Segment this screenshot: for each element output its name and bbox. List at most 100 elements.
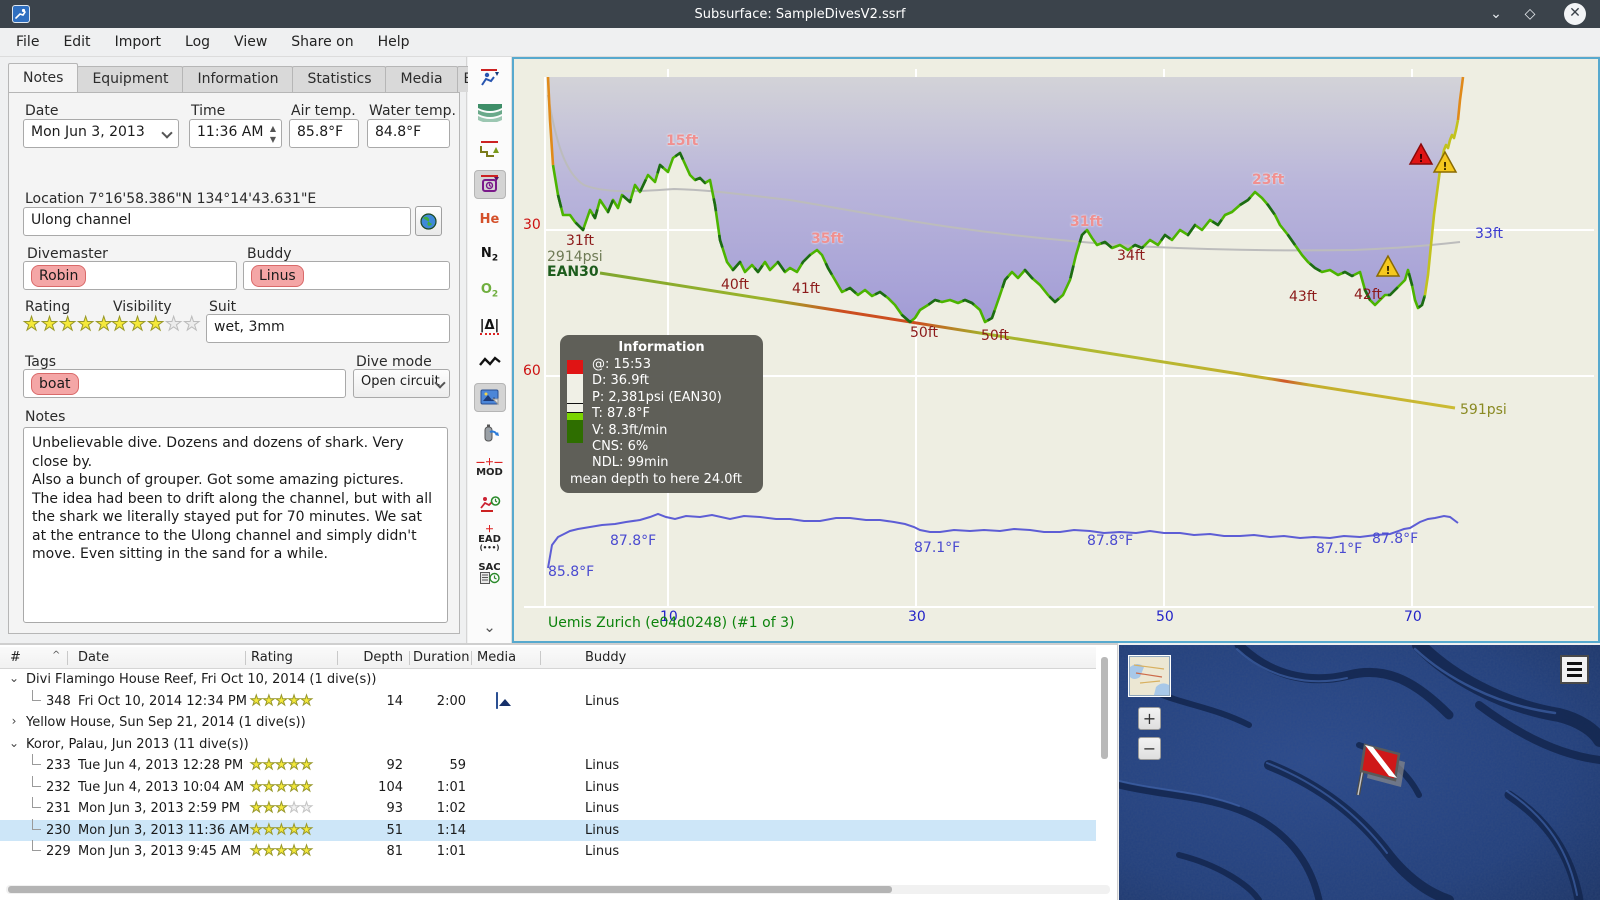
menu-log[interactable]: Log [173, 28, 222, 56]
dive-trip-row[interactable]: › Yellow House, Sun Sep 21, 2014 (1 dive… [0, 712, 1096, 734]
map-overview-thumbnail[interactable] [1129, 656, 1170, 696]
globe-button[interactable] [415, 206, 442, 236]
collapse-toolbar-icon[interactable]: ⌄ [483, 618, 496, 636]
calculated-ceiling-button[interactable] [474, 99, 506, 128]
dive-depth: 93 [386, 801, 403, 816]
col-media[interactable]: Media [477, 650, 516, 665]
toggle-ndl-button[interactable] [474, 489, 506, 518]
tooltip-title: Information [618, 340, 705, 355]
water-temp-value: 84.8°F [375, 124, 422, 140]
toggle-he-button[interactable]: He [474, 205, 506, 234]
min-depth-label: 15ft [666, 133, 699, 149]
dive-media-cell [496, 843, 514, 859]
divemaster-field[interactable]: Robin [23, 261, 237, 290]
close-button[interactable]: ✕ [1564, 3, 1586, 25]
heartbeat-graph-button[interactable] [474, 347, 506, 376]
col-duration[interactable]: Duration [413, 650, 469, 665]
col-date[interactable]: Date [78, 650, 109, 665]
profile-toolbar: He N2 O2 |Δ| —＋— MOD ＋ EAD (•••) SAC ⌄ [468, 57, 512, 643]
dive-row[interactable]: 233 Tue Jun 4, 2013 12:28 PM ★★★★★ 92 59… [0, 754, 1096, 777]
dive-trip-row[interactable]: ⌄ Divi Flamingo House Reef, Fri Oct 10, … [0, 669, 1096, 691]
map-panel[interactable]: + − [1119, 645, 1600, 900]
location-field[interactable]: Ulong channel [23, 207, 411, 236]
col-number[interactable]: # [10, 650, 21, 665]
dive-row[interactable]: 230 Mon Jun 3, 2013 11:36 AM ★★★★★ 51 1:… [0, 818, 1096, 841]
tree-expand-icon[interactable]: ⌄ [8, 671, 20, 685]
dive-trip-row[interactable]: ⌄ Koror, Palau, Jun 2013 (11 dive(s)) [0, 734, 1096, 756]
dive-list-horizontal-scrollbar[interactable] [8, 886, 892, 893]
tab-information[interactable]: Information [182, 66, 294, 92]
divemaster-chip[interactable]: Robin [31, 265, 87, 287]
media-photo-icon[interactable] [496, 691, 498, 709]
tab-equipment[interactable]: Equipment [77, 66, 184, 92]
dc-ceiling-button[interactable] [474, 63, 506, 92]
tab-notes[interactable]: Notes [8, 63, 79, 92]
col-buddy[interactable]: Buddy [585, 650, 626, 665]
notes-textarea[interactable]: Unbelievable dive. Dozens and dozens of … [23, 427, 448, 623]
star-filled-icon: ★ [287, 692, 301, 709]
toggle-sac-button[interactable]: SAC [474, 560, 506, 589]
o2-label: O [480, 281, 492, 297]
suit-value: wet, 3mm [214, 319, 285, 335]
map-zoom-out-button[interactable]: − [1138, 737, 1161, 760]
dive-list-vertical-scrollbar[interactable] [1101, 657, 1108, 759]
star-filled-icon: ★ [262, 692, 276, 709]
dive-row[interactable]: 229 Mon Jun 3, 2013 9:45 AM ★★★★★ 81 1:0… [0, 840, 1096, 863]
water-temp-field[interactable]: 84.8°F [367, 119, 450, 148]
star-empty-icon: ★ [183, 313, 202, 336]
buddy-field[interactable]: Linus [243, 261, 450, 290]
air-temp-field[interactable]: 85.8°F [289, 119, 359, 148]
menu-file[interactable]: File [4, 28, 51, 56]
toggle-ead-button[interactable]: ＋ EAD (•••) [474, 525, 506, 554]
dive-media-cell [496, 757, 514, 773]
menu-import[interactable]: Import [103, 28, 173, 56]
tag-chip[interactable]: boat [31, 373, 79, 395]
menu-view[interactable]: View [222, 28, 279, 56]
delta-label: |Δ| [479, 317, 500, 335]
spinner-up-down-icon[interactable]: ▲ ▼ [270, 123, 276, 145]
maximize-button[interactable]: ◇ [1518, 3, 1542, 25]
tree-elbow-icon [32, 775, 41, 787]
gas-change-button[interactable] [474, 418, 506, 447]
sort-ascending-icon[interactable]: ^ [52, 650, 60, 661]
toggle-mod-button[interactable]: —＋— MOD [474, 454, 506, 483]
tab-media[interactable]: Media [385, 66, 458, 92]
toggle-n2-button[interactable]: N2 [474, 241, 506, 270]
menu-share-on[interactable]: Share on [279, 28, 365, 56]
toggle-tissues-button[interactable]: |Δ| [474, 312, 506, 341]
dive-row[interactable]: 348 Fri Oct 10, 2014 12:34 PM ★★★★★ 14 2… [0, 689, 1096, 713]
dive-row[interactable]: 231 Mon Jun 3, 2013 2:59 PM ★★★★★ 93 1:0… [0, 797, 1096, 820]
menu-help[interactable]: Help [366, 28, 422, 56]
tree-expand-icon[interactable]: › [8, 714, 20, 728]
map-zoom-in-button[interactable]: + [1138, 707, 1161, 730]
water-temp-label: Water temp. [369, 103, 456, 119]
dive-profile-chart[interactable]: ! ! ! 30 60 10 30 50 70 31ft 2914psi EAN… [512, 57, 1600, 643]
star-filled-icon: ★ [262, 778, 276, 795]
map-menu-button[interactable] [1560, 655, 1589, 684]
buddy-chip[interactable]: Linus [251, 265, 304, 287]
visibility-stars[interactable]: ★★★★★ [110, 313, 202, 336]
chevron-down-icon[interactable] [161, 127, 173, 139]
minimize-button[interactable]: ⌄ [1484, 3, 1508, 25]
dive-row[interactable]: 232 Tue Jun 4, 2013 10:04 AM ★★★★★ 104 1… [0, 775, 1096, 799]
suit-field[interactable]: wet, 3mm [206, 314, 450, 343]
globe-icon [420, 212, 437, 230]
rating-stars[interactable]: ★★★★★ [22, 313, 113, 336]
show-photos-button[interactable] [473, 382, 506, 412]
date-field[interactable]: Mon Jun 3, 2013 [23, 119, 179, 148]
dive-depth: 81 [386, 844, 403, 859]
col-depth[interactable]: Depth [335, 650, 403, 665]
toggle-o2-button[interactable]: O2 [474, 276, 506, 305]
tree-expand-icon[interactable]: ⌄ [8, 736, 20, 750]
dive-mode-select[interactable]: Open circuit [353, 369, 450, 398]
time-field[interactable]: 11:36 AM ▲ ▼ [189, 119, 282, 148]
incremental-deco-button[interactable] [474, 134, 506, 163]
dive-list-rows: ⌄ Divi Flamingo House Reef, Fri Oct 10, … [0, 669, 1096, 863]
col-rating[interactable]: Rating [251, 650, 293, 665]
tab-statistics[interactable]: Statistics [292, 66, 387, 92]
dive-media-cell [496, 691, 514, 709]
menu-edit[interactable]: Edit [51, 28, 102, 56]
tags-field[interactable]: boat [23, 369, 346, 398]
dive-rating-stars: ★★★★★ [250, 843, 314, 860]
heartrate-toggle-button[interactable] [473, 169, 506, 199]
